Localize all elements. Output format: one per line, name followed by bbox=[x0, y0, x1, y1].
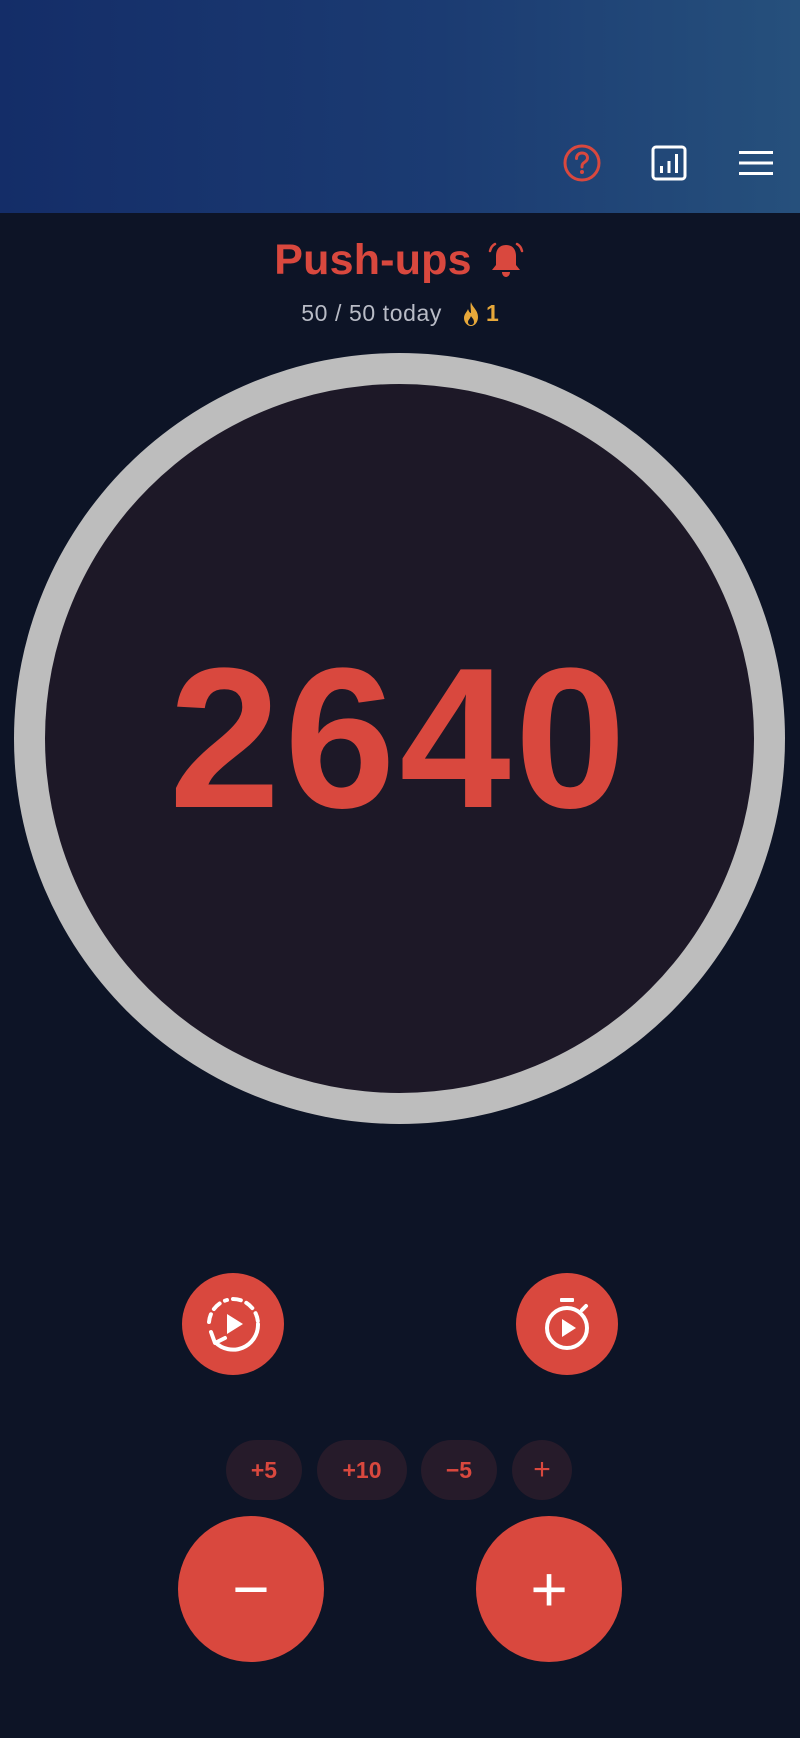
decrement-label: − bbox=[232, 1553, 270, 1625]
flame-icon bbox=[464, 301, 478, 326]
bell-icon bbox=[488, 242, 523, 277]
bar-chart-icon bbox=[651, 145, 687, 181]
repeat-play-icon bbox=[207, 1297, 261, 1352]
add-custom-button[interactable]: + bbox=[512, 1440, 572, 1500]
auto-repeat-button[interactable] bbox=[182, 1273, 284, 1375]
increment-button[interactable]: + bbox=[476, 1516, 622, 1662]
hamburger-menu-icon bbox=[739, 151, 773, 175]
counter-display[interactable]: 2640 bbox=[45, 384, 754, 1093]
help-circle-icon bbox=[563, 144, 601, 182]
streak-count: 1 bbox=[486, 300, 499, 326]
stopwatch-play-icon bbox=[545, 1298, 589, 1350]
decrement-button[interactable]: − bbox=[178, 1516, 324, 1662]
exercise-title[interactable]: Push-ups bbox=[274, 236, 472, 285]
stats-button[interactable] bbox=[646, 140, 692, 186]
rep-count: 2640 bbox=[169, 626, 630, 850]
streak-badge: 1 bbox=[460, 300, 499, 327]
reminder-button[interactable] bbox=[486, 241, 526, 281]
menu-button[interactable] bbox=[733, 140, 779, 186]
top-app-bar bbox=[0, 0, 800, 213]
progress-ring: 2640 bbox=[14, 353, 785, 1124]
add-10-button[interactable]: +10 bbox=[317, 1440, 407, 1500]
today-progress: 50 / 50 today bbox=[301, 300, 442, 326]
increment-label: + bbox=[530, 1553, 568, 1625]
subtract-5-button[interactable]: −5 bbox=[421, 1440, 497, 1500]
exercise-title-row: Push-ups bbox=[0, 236, 800, 285]
help-button[interactable] bbox=[559, 140, 605, 186]
add-5-button[interactable]: +5 bbox=[226, 1440, 302, 1500]
timer-button[interactable] bbox=[516, 1273, 618, 1375]
daily-progress-row: 50 / 50 today 1 bbox=[0, 300, 800, 327]
